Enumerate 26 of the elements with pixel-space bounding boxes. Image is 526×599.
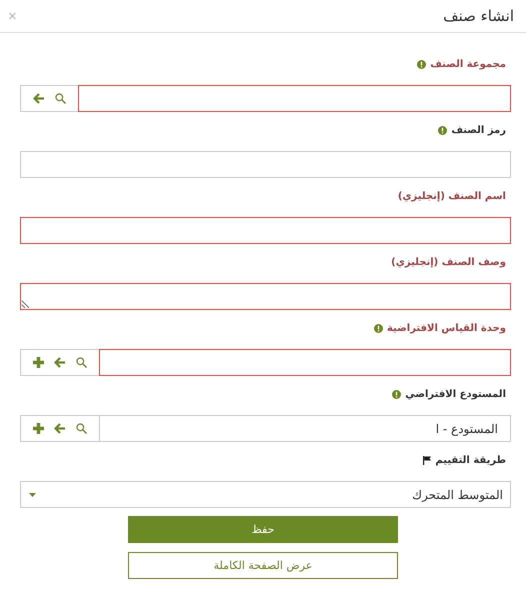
lookup-field[interactable] [99,349,511,376]
search-icon[interactable] [76,357,87,368]
search-icon[interactable] [76,423,87,434]
search-icon[interactable] [55,93,66,104]
back-arrow-icon[interactable] [54,357,66,368]
text-field[interactable] [20,217,511,244]
back-arrow-icon[interactable] [54,423,66,434]
lookup-field[interactable] [78,85,511,112]
field-label: طريقة التقييم [435,455,506,466]
add-icon[interactable] [33,423,44,434]
field-label: وحدة القياس الافتراضية [386,323,506,334]
full-page-button[interactable]: عرض الصفحة الكاملة [128,552,398,579]
field-label: وصف الصنف (إنجليزي) [391,257,506,268]
lookup-field[interactable]: المستودع - ا [99,415,511,442]
save-button[interactable]: حفظ [128,516,398,543]
field-label: اسم الصنف (إنجليزي) [398,191,506,202]
select-field[interactable]: المتوسط المتحرك [20,481,511,508]
field-label: مجموعة الصنف [430,59,506,70]
back-arrow-icon[interactable] [33,93,45,104]
textarea-field[interactable] [20,283,511,310]
caret-icon [29,492,36,496]
text-field[interactable] [20,151,511,178]
window-title: انشاء صنف [443,7,514,25]
field-label: المستودع الافتراضي [405,389,506,400]
add-icon[interactable] [33,357,44,368]
field-label: رمز الصنف [451,125,506,136]
